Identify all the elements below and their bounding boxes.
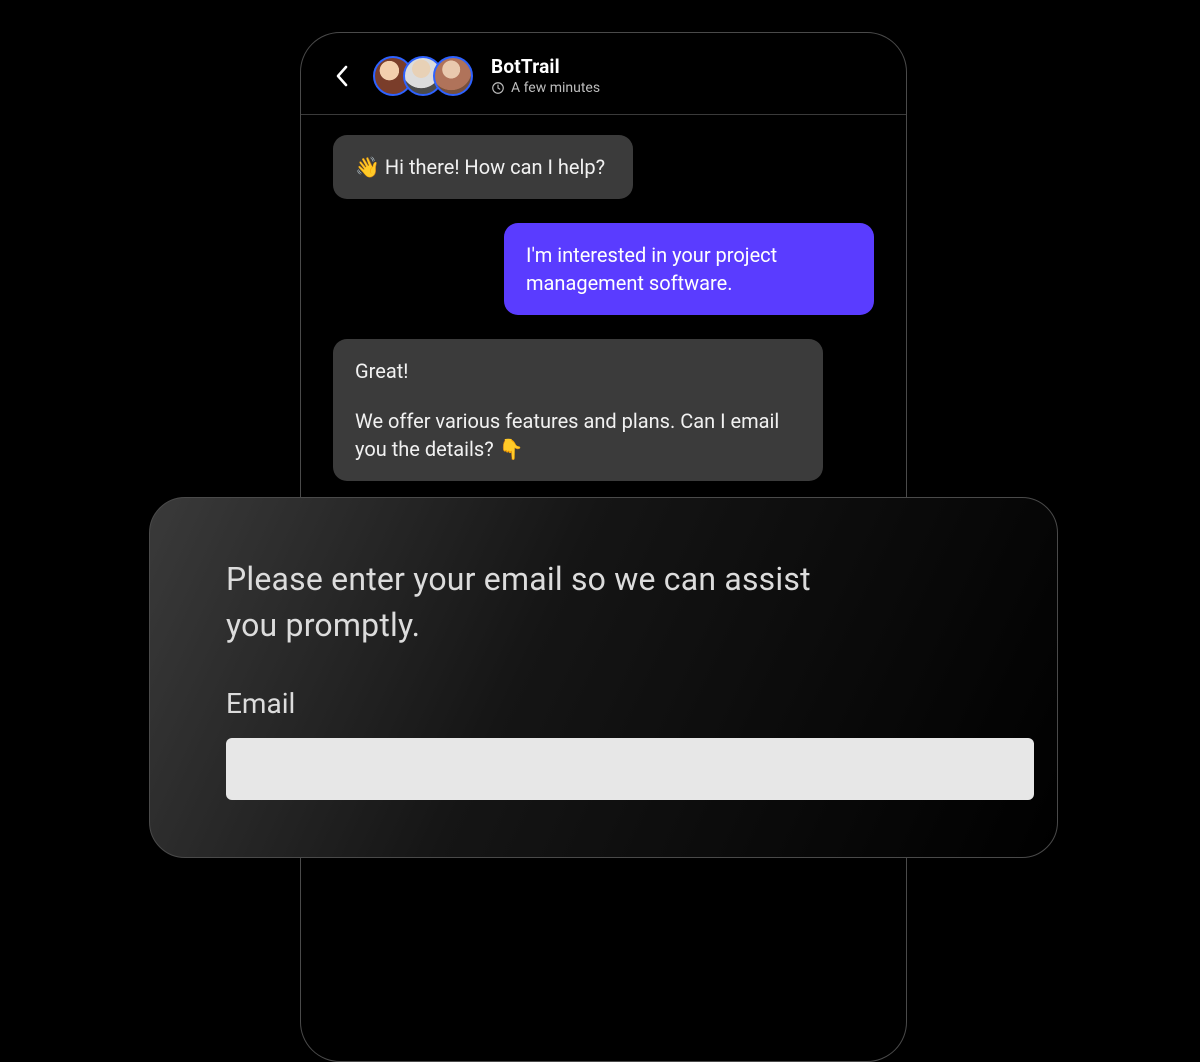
email-capture-sheet: Please enter your email so we can assist… <box>149 497 1058 858</box>
avatar-stack <box>373 56 473 96</box>
header-text: BotTrail A few minutes <box>491 55 600 96</box>
sheet-prompt: Please enter your email so we can assist… <box>226 556 846 649</box>
clock-icon <box>491 81 505 95</box>
message-list: 👋 Hi there! How can I help? I'm interest… <box>301 115 906 481</box>
chat-header: BotTrail A few minutes <box>301 33 906 115</box>
bot-message: Great! We offer various features and pla… <box>333 339 823 481</box>
response-time-text: A few minutes <box>511 80 600 96</box>
back-button[interactable] <box>329 63 355 89</box>
bot-message: 👋 Hi there! How can I help? <box>333 135 633 199</box>
app-title: BotTrail <box>491 55 600 78</box>
avatar <box>433 56 473 96</box>
chevron-left-icon <box>335 65 349 87</box>
message-text: I'm interested in your project managemen… <box>526 243 777 295</box>
email-field[interactable] <box>226 738 1034 800</box>
user-message: I'm interested in your project managemen… <box>504 223 874 315</box>
message-text: We offer various features and plans. Can… <box>355 407 801 463</box>
message-text: 👋 Hi there! How can I help? <box>355 155 605 179</box>
email-label: Email <box>226 687 981 720</box>
response-time: A few minutes <box>491 80 600 96</box>
message-text: Great! <box>355 357 801 385</box>
